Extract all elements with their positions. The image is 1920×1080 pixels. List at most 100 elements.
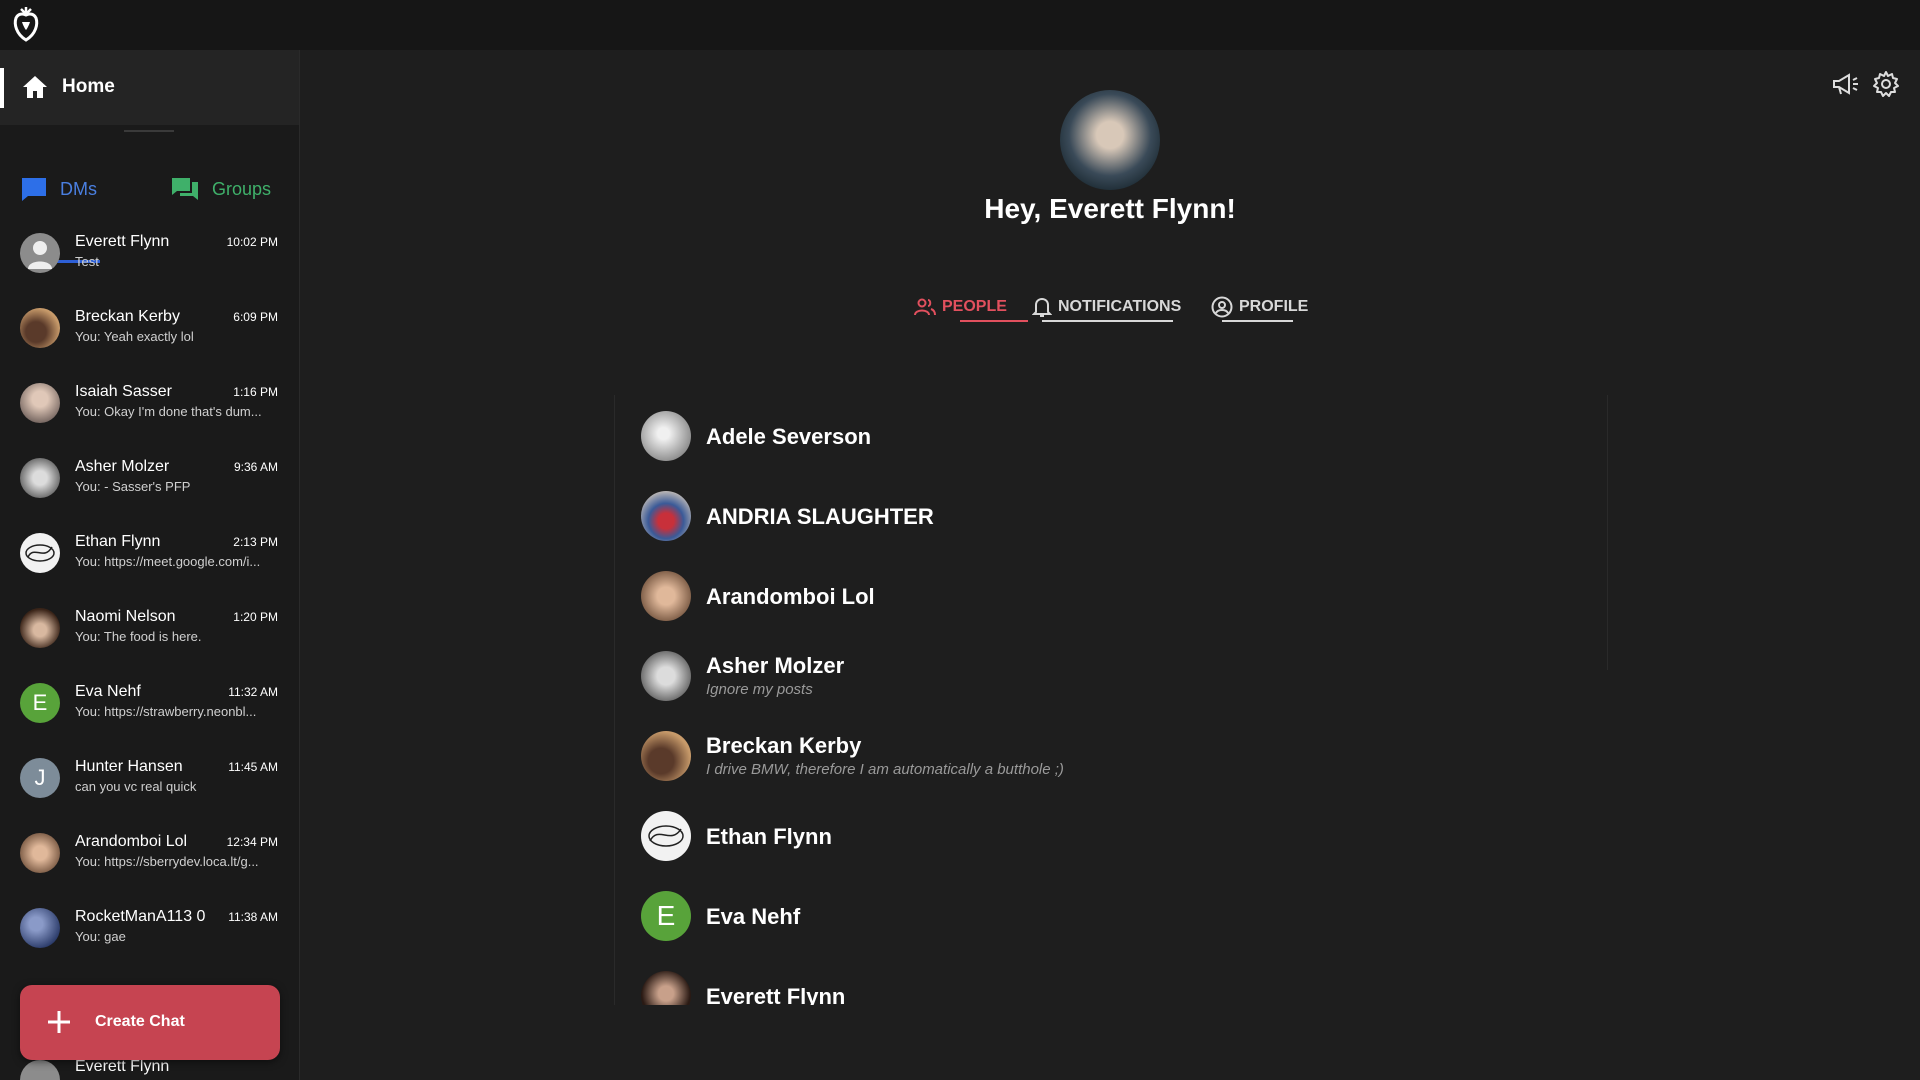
avatar <box>641 411 691 461</box>
person-row[interactable]: Breckan Kerby I drive BMW, therefore I a… <box>614 715 1608 795</box>
signature-logo-icon <box>25 544 55 562</box>
chat-time: 11:45 AM <box>228 760 278 774</box>
tab-people-label: PEOPLE <box>942 298 1007 315</box>
sidebar-home[interactable]: Home <box>0 50 299 125</box>
tab-people[interactable]: PEOPLE <box>914 290 1007 324</box>
divider <box>124 130 174 132</box>
person-row[interactable]: Arandomboi Lol <box>614 555 1608 635</box>
chat-preview: You: https://strawberry.neonbl... <box>75 704 257 719</box>
create-chat-button[interactable]: Create Chat <box>20 985 280 1060</box>
chat-item[interactable]: Naomi Nelson 1:20 PM You: The food is he… <box>0 591 299 666</box>
bell-icon <box>1032 297 1052 317</box>
chat-time: 6:09 PM <box>233 310 278 324</box>
plus-icon <box>48 1011 70 1033</box>
tab-profile-label: PROFILE <box>1239 298 1309 315</box>
strawberry-logo-icon[interactable] <box>12 6 40 42</box>
create-chat-label: Create Chat <box>95 1013 185 1030</box>
chat-name: Arandomboi Lol <box>75 833 188 850</box>
chat-list: Everett Flynn 10:02 PM Test Breckan Kerb… <box>0 216 299 966</box>
avatar <box>641 731 691 781</box>
person-name: ANDRIA SLAUGHTER <box>706 504 934 529</box>
people-icon <box>914 298 936 316</box>
groups-chat-icon <box>172 178 198 200</box>
tab-dms-label: DMs <box>60 178 97 199</box>
chat-item[interactable]: J Hunter Hansen 11:45 AM can you vc real… <box>0 741 299 816</box>
greeting: Hey, Everett Flynn! <box>984 193 1236 224</box>
avatar <box>20 308 60 348</box>
person-name: Eva Nehf <box>706 904 801 929</box>
avatar <box>20 233 60 273</box>
home-label: Home <box>62 76 115 97</box>
megaphone-icon[interactable] <box>1832 72 1860 96</box>
active-indicator <box>0 68 4 108</box>
sidebar: Home DMs Groups Everett Flynn 10:02 PM T… <box>0 50 300 1080</box>
chat-name: Asher Molzer <box>75 458 170 475</box>
chat-time: 12:34 PM <box>226 835 278 849</box>
chat-preview: You: Okay I'm done that's dum... <box>75 404 262 419</box>
chat-name: Naomi Nelson <box>75 608 176 625</box>
tab-notifications-label: NOTIFICATIONS <box>1058 298 1182 315</box>
home-icon <box>23 76 47 98</box>
person-name: Arandomboi Lol <box>706 584 875 609</box>
chat-name: Everett Flynn <box>75 233 170 250</box>
default-user-icon <box>28 241 52 269</box>
chat-item[interactable]: Breckan Kerby 6:09 PM You: Yeah exactly … <box>0 291 299 366</box>
top-bar <box>0 0 1920 50</box>
chat-preview: You: The food is here. <box>75 629 202 644</box>
tab-notifications-underline <box>1042 320 1173 322</box>
profile-avatar <box>1060 90 1160 190</box>
avatar <box>641 491 691 541</box>
chat-name: Breckan Kerby <box>75 308 180 325</box>
signature-logo-icon <box>648 825 684 847</box>
chat-item[interactable]: Asher Molzer 9:36 AM You: - Sasser's PFP <box>0 441 299 516</box>
chat-item[interactable]: Isaiah Sasser 1:16 PM You: Okay I'm done… <box>0 366 299 441</box>
person-row[interactable]: Everett Flynn <box>614 955 1608 1005</box>
chat-name: Hunter Hansen <box>75 758 183 775</box>
chat-name: Everett Flynn <box>75 1058 170 1075</box>
chat-item[interactable]: Ethan Flynn 2:13 PM You: https://meet.go… <box>0 516 299 591</box>
person-name: Ethan Flynn <box>706 824 832 849</box>
dms-chat-icon <box>22 178 46 201</box>
chat-name: RocketManA113 0 <box>75 908 206 925</box>
avatar <box>20 458 60 498</box>
avatar <box>641 971 691 1005</box>
avatar <box>20 833 60 873</box>
avatar <box>20 533 60 573</box>
chat-item[interactable]: E Eva Nehf 11:32 AM You: https://strawbe… <box>0 666 299 741</box>
chat-item[interactable]: Everett Flynn 10:02 PM Test <box>0 216 299 291</box>
chat-preview: You: https://meet.google.com/i... <box>75 554 261 569</box>
chat-time: 2:13 PM <box>233 535 278 549</box>
chat-preview: Test <box>75 254 99 269</box>
person-row[interactable]: Asher Molzer Ignore my posts <box>614 635 1608 715</box>
avatar <box>20 383 60 423</box>
people-list: Adele Severson ANDRIA SLAUGHTER Arandomb… <box>614 395 1608 1005</box>
chat-time: 11:38 AM <box>228 910 278 924</box>
person-row[interactable]: Adele Severson <box>614 395 1608 475</box>
avatar <box>20 1060 60 1080</box>
avatar: J <box>20 758 60 798</box>
chat-item[interactable]: Arandomboi Lol 12:34 PM You: https://sbe… <box>0 816 299 891</box>
person-row[interactable]: E Eva Nehf <box>614 875 1608 955</box>
tab-notifications[interactable]: NOTIFICATIONS <box>1032 290 1181 324</box>
tab-dms[interactable]: DMs <box>20 154 97 224</box>
person-row[interactable]: ANDRIA SLAUGHTER <box>614 475 1608 555</box>
tab-people-underline <box>960 320 1028 322</box>
chat-time: 1:16 PM <box>233 385 278 399</box>
chat-name: Ethan Flynn <box>75 533 161 550</box>
person-name: Asher Molzer <box>706 653 845 678</box>
avatar <box>20 908 60 948</box>
chat-time: 11:32 AM <box>228 685 278 699</box>
avatar <box>641 651 691 701</box>
person-bio: Ignore my posts <box>706 681 813 698</box>
avatar <box>20 608 60 648</box>
person-name: Adele Severson <box>706 424 872 449</box>
tab-groups[interactable]: Groups <box>170 154 271 224</box>
chat-name: Eva Nehf <box>75 683 141 700</box>
person-row[interactable]: Ethan Flynn <box>614 795 1608 875</box>
tab-profile[interactable]: PROFILE <box>1211 290 1308 324</box>
tab-groups-label: Groups <box>212 178 272 199</box>
chat-item[interactable]: RocketManA113 0 11:38 AM You: gae <box>0 891 299 966</box>
gear-icon[interactable] <box>1872 70 1900 98</box>
chat-time: 9:36 AM <box>233 460 278 474</box>
avatar: E <box>641 891 691 941</box>
